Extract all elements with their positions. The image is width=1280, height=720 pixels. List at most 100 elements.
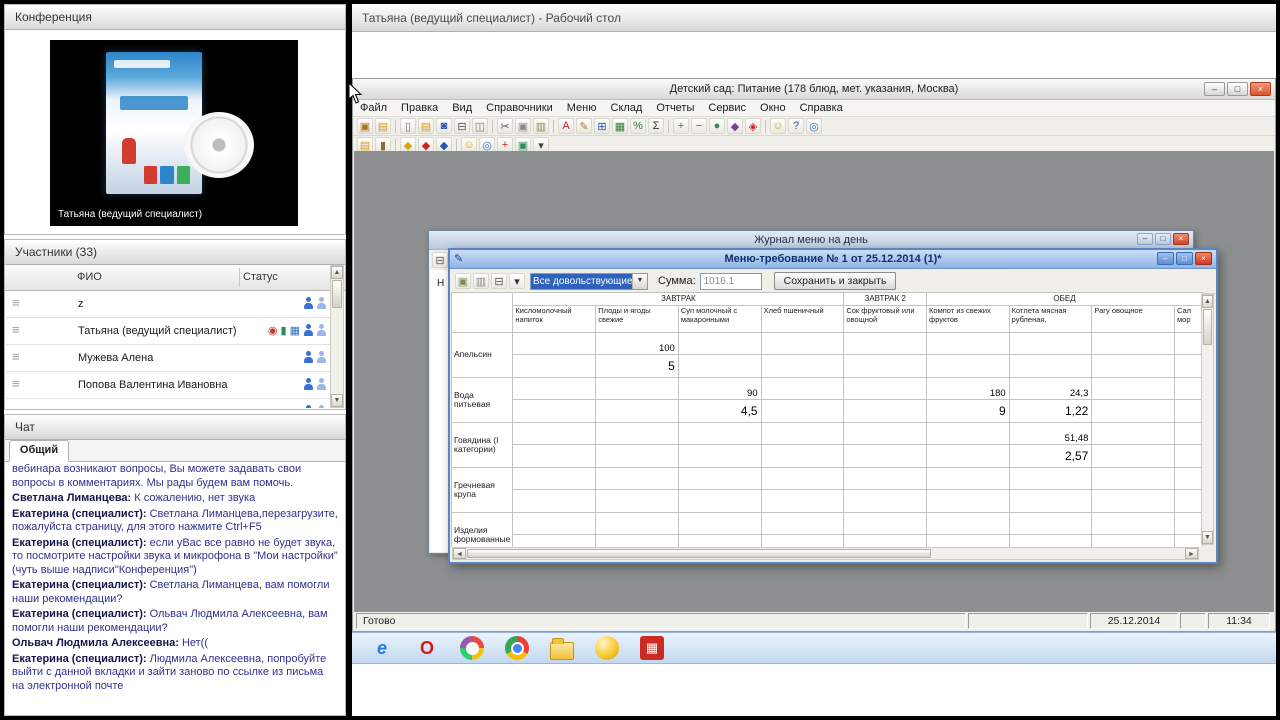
scroll-down-icon[interactable]: ▼: [331, 394, 343, 407]
folder-icon[interactable]: [550, 637, 574, 660]
drag-handle-icon[interactable]: ≡: [12, 296, 20, 310]
grid-cell[interactable]: [926, 354, 1010, 378]
tab-general[interactable]: Общий: [9, 440, 69, 462]
grid-cell[interactable]: [760, 534, 845, 547]
grid-cell[interactable]: [760, 512, 845, 535]
grid-cell[interactable]: 1,22: [1008, 399, 1093, 423]
grid-cell[interactable]: [1008, 512, 1093, 535]
grid-cell[interactable]: [843, 489, 928, 513]
grid-cell[interactable]: [760, 489, 845, 513]
menu-item-4[interactable]: Справочники: [479, 101, 560, 116]
grid-cell[interactable]: [1091, 422, 1176, 445]
help-icon[interactable]: ?: [788, 118, 804, 134]
grid-cell[interactable]: [843, 534, 928, 547]
grid-cell[interactable]: [926, 422, 1010, 445]
participant-row[interactable]: ≡: [6, 399, 330, 408]
participant-row[interactable]: ≡ Татьяна (ведущий специалист) ◉ ▮ ▦: [6, 318, 330, 345]
grid-cell[interactable]: [677, 467, 762, 490]
drag-handle-icon[interactable]: ≡: [12, 323, 20, 337]
journal-minimize-button[interactable]: –: [1137, 233, 1153, 245]
grid-cell[interactable]: [1008, 332, 1093, 355]
grid-cell[interactable]: [760, 377, 845, 400]
print-icon[interactable]: ⊟: [454, 118, 470, 134]
grid-cell[interactable]: [595, 467, 679, 490]
grid-cell[interactable]: 100: [595, 332, 679, 355]
mark-icon[interactable]: ◈: [745, 118, 761, 134]
preview-icon[interactable]: ◫: [472, 118, 488, 134]
sum-input[interactable]: [699, 272, 762, 290]
grid-cell[interactable]: [512, 489, 597, 513]
grid-cell[interactable]: [595, 444, 679, 468]
print-icon[interactable]: ⊟: [491, 273, 507, 289]
drag-handle-icon[interactable]: ≡: [12, 404, 20, 409]
sum-icon[interactable]: Σ: [648, 118, 664, 134]
participant-row[interactable]: ≡ z: [6, 291, 330, 318]
copy-icon[interactable]: ▣: [515, 118, 531, 134]
grid-cell[interactable]: [595, 399, 679, 423]
grid-cell[interactable]: [843, 377, 928, 400]
grid-cell[interactable]: [760, 422, 845, 445]
grid-cell[interactable]: 51,48: [1008, 422, 1093, 445]
dialog-horizontal-scrollbar[interactable]: ◄ ►: [452, 547, 1199, 560]
participants-list[interactable]: ≡ z ≡ Татьяна (ведущий специалист) ◉ ▮ ▦ ≡ Мужев…: [6, 291, 330, 408]
grid-cell[interactable]: [843, 512, 928, 535]
grid-cell[interactable]: [1091, 354, 1176, 378]
opera-icon[interactable]: O: [415, 636, 439, 660]
copy-icon[interactable]: ▥: [473, 273, 489, 289]
table-icon[interactable]: ⊞: [594, 118, 610, 134]
menu-item-7[interactable]: Отчеты: [649, 101, 701, 116]
ok-icon[interactable]: ●: [709, 118, 725, 134]
edit-icon[interactable]: ✎: [576, 118, 592, 134]
grid-cell[interactable]: [1174, 399, 1203, 423]
grid-cell[interactable]: [512, 422, 597, 445]
grid-cell[interactable]: [760, 332, 845, 355]
menu-item-6[interactable]: Склад: [604, 101, 650, 116]
grid-cell[interactable]: [595, 534, 679, 547]
grid-icon[interactable]: ▦: [612, 118, 628, 134]
grid-cell[interactable]: [926, 512, 1010, 535]
grid-cell[interactable]: [595, 377, 679, 400]
grid-cell[interactable]: [512, 399, 597, 423]
grid-cell[interactable]: [760, 467, 845, 490]
grid-cell[interactable]: [677, 444, 762, 468]
grid-cell[interactable]: [1008, 489, 1093, 513]
grid-cell[interactable]: [1174, 422, 1203, 445]
grid-cell[interactable]: [843, 354, 928, 378]
grid-cell[interactable]: [1091, 377, 1176, 400]
grid-cell[interactable]: [926, 444, 1010, 468]
grid-cell[interactable]: [843, 467, 928, 490]
drag-handle-icon[interactable]: ≡: [12, 377, 20, 391]
grid-cell[interactable]: 4,5: [677, 399, 762, 423]
grid-cell[interactable]: [1091, 534, 1176, 547]
grid-cell[interactable]: [1174, 534, 1203, 547]
menu-item-8[interactable]: Сервис: [701, 101, 753, 116]
grid-cell[interactable]: [1174, 377, 1203, 400]
add-icon[interactable]: +: [673, 118, 689, 134]
grid-cell[interactable]: [1091, 399, 1176, 423]
scroll-down-icon[interactable]: ▼: [1202, 531, 1213, 544]
grid-cell[interactable]: 180: [926, 377, 1010, 400]
dialog-titlebar[interactable]: ✎ Меню-требование № 1 от 25.12.2014 (1)*…: [450, 250, 1216, 269]
scroll-thumb[interactable]: [332, 280, 342, 308]
font-icon[interactable]: А: [558, 118, 574, 134]
paste-icon[interactable]: ▥: [533, 118, 549, 134]
grid-cell[interactable]: [512, 332, 597, 355]
grid-cell[interactable]: [677, 332, 762, 355]
scroll-left-icon[interactable]: ◄: [453, 548, 466, 559]
scroll-thumb[interactable]: [1203, 309, 1212, 345]
open-icon[interactable]: ▤: [418, 118, 434, 134]
grid-cell[interactable]: [1091, 512, 1176, 535]
grid-cell[interactable]: [677, 422, 762, 445]
grid-cell[interactable]: [843, 332, 928, 355]
menu-item-5[interactable]: Меню: [560, 101, 604, 116]
participant-row[interactable]: ≡ Мужева Алена: [6, 345, 330, 372]
allowance-select[interactable]: Все довольствующиеся ▼: [530, 272, 648, 290]
yellow-ball-icon[interactable]: [595, 636, 619, 660]
grid-cell[interactable]: 90: [677, 377, 762, 400]
grid-cell[interactable]: [512, 444, 597, 468]
grid-cell[interactable]: [843, 444, 928, 468]
grid-cell[interactable]: 5: [595, 354, 679, 378]
drag-handle-icon[interactable]: ≡: [12, 350, 20, 364]
grid-cell[interactable]: [760, 399, 845, 423]
grid-cell[interactable]: [1008, 534, 1093, 547]
